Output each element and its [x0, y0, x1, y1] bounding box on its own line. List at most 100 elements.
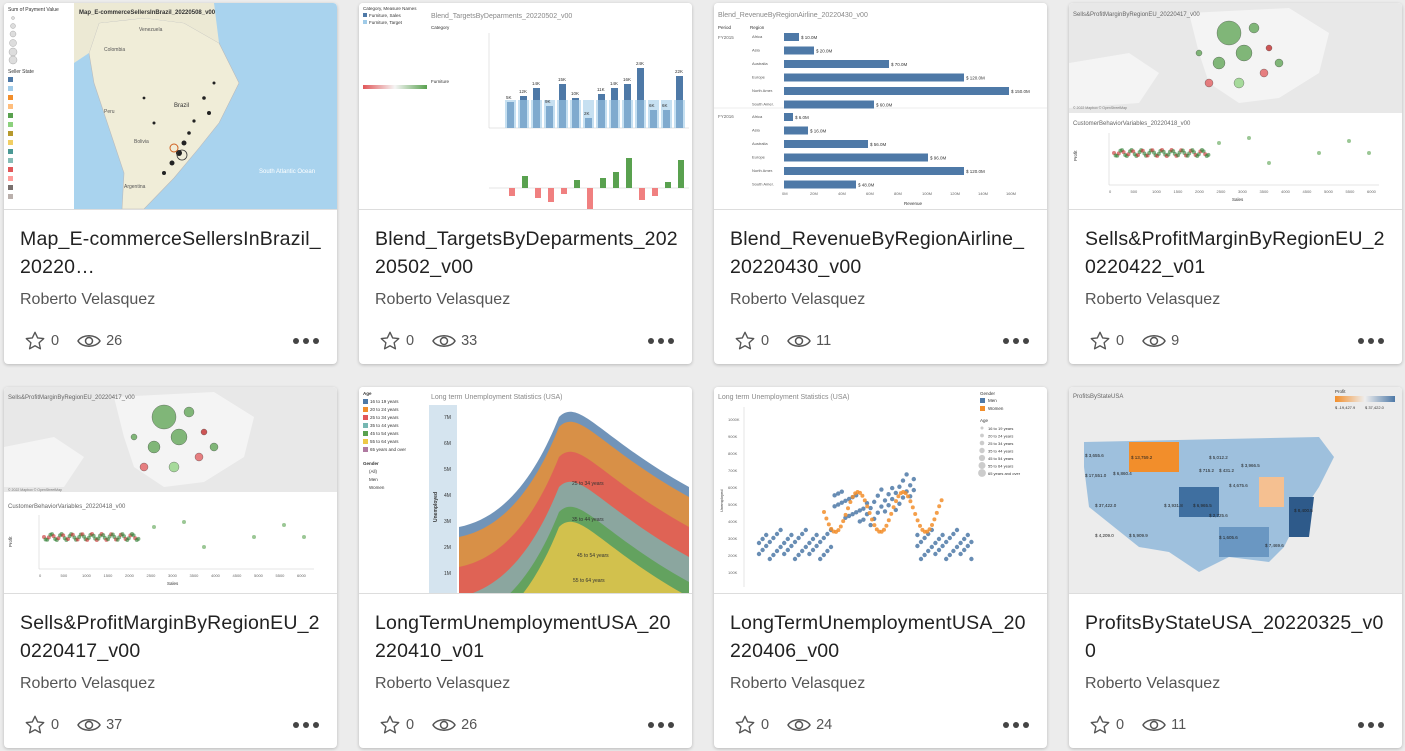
star-icon[interactable] — [24, 330, 46, 352]
scatter-point — [962, 536, 967, 542]
author-name[interactable]: Roberto Velasquez — [1085, 291, 1220, 309]
scatter-point — [897, 501, 902, 506]
star-icon[interactable] — [379, 714, 401, 736]
excess-bar — [522, 176, 528, 188]
author-name[interactable]: Roberto Velasquez — [730, 675, 865, 693]
workbook-title[interactable]: Blend_TargetsByDeparments_20220502_v00 — [375, 225, 678, 281]
workbook-card[interactable]: Sells&ProfitMarginByRegionEU_20220417_v0… — [1069, 3, 1402, 364]
favorite-count: 0 — [1116, 717, 1125, 733]
author-name[interactable]: Roberto Velasquez — [730, 291, 865, 309]
thumbnail[interactable]: Category, Measure Names Furniture, Sales… — [359, 3, 692, 210]
more-actions-button[interactable] — [1003, 722, 1029, 728]
scatter-point — [861, 517, 866, 522]
legend-swatch — [980, 433, 984, 438]
workbook-card[interactable]: Blend_RevenueByRegionAirline_20220430_v0… — [714, 3, 1047, 364]
map-label: Brazil — [174, 103, 189, 109]
author-name[interactable]: Roberto Velasquez — [20, 675, 155, 693]
filter-option[interactable]: Women — [369, 485, 385, 490]
author-name[interactable]: Roberto Velasquez — [1085, 675, 1220, 693]
tick-label: 3500 — [1260, 189, 1270, 194]
workbook-card[interactable]: Long term Unemployment Statistics (USA) … — [714, 387, 1047, 748]
eye-icon — [787, 717, 811, 733]
more-actions-button[interactable] — [1358, 722, 1384, 728]
author-name[interactable]: Roberto Velasquez — [20, 291, 155, 309]
scatter-point — [929, 544, 934, 550]
workbook-title[interactable]: LongTermUnemploymentUSA_20220406_v00 — [730, 609, 1033, 665]
workbook-card[interactable]: ProfitsByStateUSA Profit $ -19,427.9 $ 3… — [1069, 387, 1402, 748]
more-actions-button[interactable] — [648, 722, 674, 728]
card-stats: 0 37 — [24, 714, 140, 736]
thumbnail[interactable]: Blend_RevenueByRegionAirline_20220430_v0… — [714, 3, 1047, 210]
data-label: 2K — [584, 111, 590, 116]
workbook-card[interactable]: Age 16 to 19 years 20 to 24 years 25 to 34… — [359, 387, 692, 748]
tick-label: 2M — [444, 545, 451, 551]
author-name[interactable]: Roberto Velasquez — [375, 675, 510, 693]
workbook-title[interactable]: Map_E-commerceSellersInBrazil_20220… — [20, 225, 323, 281]
more-actions-button[interactable] — [1003, 338, 1029, 344]
star-icon[interactable] — [734, 714, 756, 736]
filter-option[interactable]: Men — [369, 477, 378, 482]
scatter-point — [814, 543, 819, 549]
view-count: 11 — [816, 333, 832, 349]
card-stats: 0 33 — [379, 330, 495, 352]
tick-label: 5000 — [254, 573, 264, 578]
more-actions-button[interactable] — [293, 722, 319, 728]
tick-label: 400K — [728, 519, 738, 524]
workbook-card[interactable]: Sum of Payment Value Seller State Map_E-… — [4, 3, 337, 364]
workbook-card[interactable]: Sells&ProfitMarginByRegionEU_20220417_v0… — [4, 387, 337, 748]
thumbnail-unemployment-area: Age 16 to 19 years 20 to 24 years 25 to 34… — [363, 391, 689, 593]
view-count: 11 — [1171, 717, 1187, 733]
scatter-point — [792, 556, 798, 562]
legend-item: 65 years and over — [988, 471, 1021, 476]
star-icon[interactable] — [1089, 714, 1111, 736]
scatter-point — [756, 540, 762, 546]
region-label: North Amer. — [752, 168, 773, 173]
map-bubble — [130, 433, 138, 441]
data-label: $ 37,422.0 — [1095, 503, 1117, 508]
thumbnail[interactable]: Sells&ProfitMarginByRegionEU_20220417_v0… — [1069, 3, 1402, 210]
author-name[interactable]: Roberto Velasquez — [375, 291, 510, 309]
scatter-point — [785, 536, 790, 542]
scatter-point — [927, 527, 932, 532]
data-label: $ 17,551.0 — [1085, 473, 1107, 478]
scatter-point — [774, 531, 780, 537]
scatter-point — [890, 485, 895, 491]
thumbnail[interactable]: Age 16 to 19 years 20 to 24 years 25 to 34… — [359, 387, 692, 594]
map-copyright: © 2022 Mapbox © OpenStreetMap — [8, 488, 62, 492]
scatter-point — [810, 536, 816, 542]
legend-title: Profit — [1335, 389, 1346, 394]
thumbnail[interactable]: Long term Unemployment Statistics (USA) … — [714, 387, 1047, 594]
more-actions-button[interactable] — [648, 338, 674, 344]
region-label: Africa — [752, 34, 763, 39]
scatter-point — [882, 509, 888, 514]
star-icon[interactable] — [379, 330, 401, 352]
scatter-point — [782, 551, 787, 557]
workbook-title[interactable]: LongTermUnemploymentUSA_20220410_v01 — [375, 609, 678, 665]
map-bubble — [139, 462, 149, 472]
scatter-point — [1267, 161, 1271, 165]
thumbnail[interactable]: ProfitsByStateUSA Profit $ -19,427.9 $ 3… — [1069, 387, 1402, 594]
map-bubble — [1212, 56, 1226, 70]
thumbnail[interactable]: Sells&ProfitMarginByRegionEU_20220417_v0… — [4, 387, 337, 594]
scatter-point — [900, 478, 906, 483]
sea-label: South Atlantic Ocean — [259, 169, 315, 175]
star-icon[interactable] — [24, 714, 46, 736]
workbook-title[interactable]: Sells&ProfitMarginByRegionEU_20220417_v0… — [20, 609, 323, 665]
favorite-count: 0 — [406, 717, 415, 733]
workbook-title[interactable]: Sells&ProfitMarginByRegionEU_20220422_v0… — [1085, 225, 1388, 281]
scatter-point — [1347, 139, 1351, 143]
more-actions-button[interactable] — [1358, 338, 1384, 344]
workbook-title[interactable]: ProfitsByStateUSA_20220325_v00 — [1085, 609, 1388, 665]
star-icon[interactable] — [734, 330, 756, 352]
more-actions-button[interactable] — [293, 338, 319, 344]
workbook-title[interactable]: Blend_RevenueByRegionAirline_20220430_v0… — [730, 225, 1033, 281]
workbook-card[interactable]: Category, Measure Names Furniture, Sales… — [359, 3, 692, 364]
star-icon[interactable] — [1089, 330, 1111, 352]
thumbnail[interactable]: Sum of Payment Value Seller State Map_E-… — [4, 3, 337, 210]
data-label: $ 96.0M — [930, 156, 947, 161]
filter-option[interactable]: (All) — [369, 469, 377, 474]
card-stats: 0 11 — [1089, 714, 1204, 736]
scatter-point — [918, 523, 922, 528]
scatter-point — [875, 510, 880, 515]
scatter-point — [771, 552, 776, 558]
